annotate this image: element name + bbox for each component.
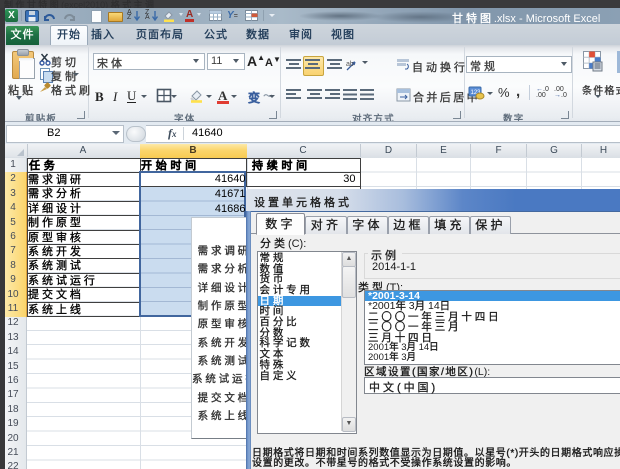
svg-text:ab: ab	[346, 61, 354, 68]
